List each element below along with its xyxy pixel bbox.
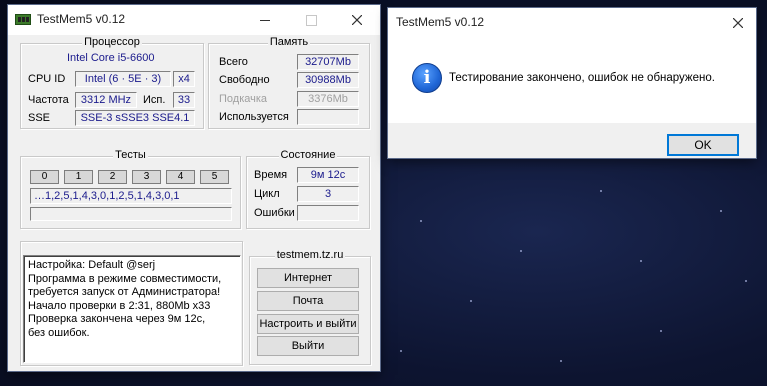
tests-group-title: Тесты bbox=[113, 149, 148, 161]
errors-label: Ошибки bbox=[254, 207, 295, 219]
test-cell: 4 bbox=[166, 170, 195, 184]
ok-button[interactable]: OK bbox=[667, 134, 739, 156]
close-icon bbox=[352, 15, 362, 25]
status-group: Состояние Время 9м 12с Цикл 3 Ошибки bbox=[246, 149, 370, 229]
cpu-threads: x4 bbox=[173, 71, 195, 87]
dialog-title: TestMem5 v0.12 bbox=[396, 15, 485, 29]
total-memory-label: Всего bbox=[219, 56, 248, 68]
config-exit-button[interactable]: Настроить и выйти bbox=[257, 314, 359, 334]
swap-value: 3376Mb bbox=[297, 91, 359, 107]
swap-label: Подкачка bbox=[219, 93, 268, 105]
log-output[interactable]: Настройка: Default @serj Программа в реж… bbox=[23, 255, 241, 363]
cpuid-label: CPU ID bbox=[28, 73, 66, 85]
result-dialog: TestMem5 v0.12 i Тестирование закончено,… bbox=[388, 8, 756, 158]
dialog-body: i Тестирование закончено, ошибок не обна… bbox=[388, 38, 756, 123]
internet-button[interactable]: Интернет bbox=[257, 268, 359, 288]
sse-value: SSE-3 sSSE3 SSE4.1 bbox=[75, 110, 195, 126]
close-icon bbox=[733, 18, 743, 28]
minimize-icon bbox=[260, 19, 270, 21]
main-window-title: TestMem5 v0.12 bbox=[37, 12, 126, 26]
test-cell: 5 bbox=[200, 170, 229, 184]
dialog-footer: OK bbox=[388, 123, 756, 158]
log-line: Программа в режиме совместимости, bbox=[28, 272, 222, 285]
dialog-close-button[interactable] bbox=[720, 8, 756, 38]
memory-group: Память Всего 32707Mb Свободно 30988Mb По… bbox=[208, 36, 370, 129]
sse-label: SSE bbox=[28, 112, 51, 124]
test-progress bbox=[30, 207, 232, 221]
memory-chip-icon bbox=[15, 14, 31, 25]
log-line: Проверка закончена через 9м 12с, bbox=[28, 313, 206, 325]
usage-label: Исп. bbox=[143, 94, 166, 106]
dialog-message: Тестирование закончено, ошибок не обнару… bbox=[449, 72, 715, 84]
testmem-main-window: TestMem5 v0.12 Процессор Intel Core i5-6… bbox=[8, 5, 380, 371]
log-line: требуется запуск от Администратора! bbox=[28, 286, 221, 298]
test-cells-row: 0 1 2 3 4 5 bbox=[30, 170, 232, 184]
close-button[interactable] bbox=[334, 5, 380, 35]
frequency-label: Частота bbox=[28, 94, 69, 106]
processor-group: Процессор Intel Core i5-6600 CPU ID Inte… bbox=[20, 36, 204, 129]
cycle-value: 3 bbox=[297, 186, 359, 202]
used-memory-value bbox=[297, 109, 359, 125]
exit-button[interactable]: Выйти bbox=[257, 336, 359, 356]
maximize-icon bbox=[305, 14, 317, 26]
minimize-button[interactable] bbox=[242, 5, 288, 35]
site-group-title: testmem.tz.ru bbox=[274, 249, 346, 261]
test-cell: 1 bbox=[64, 170, 93, 184]
cpuid-value: Intel (6 · 5E · 3) bbox=[75, 71, 171, 87]
log-line: Начало проверки в 2:31, 880Mb x33 bbox=[28, 299, 211, 312]
maximize-button bbox=[288, 5, 334, 35]
processor-group-title: Процессор bbox=[82, 36, 142, 48]
test-sequence: …1,2,5,1,4,3,0,1,2,5,1,4,3,0,1 bbox=[30, 188, 232, 204]
main-title-bar[interactable]: TestMem5 v0.12 bbox=[8, 5, 380, 35]
info-icon: i bbox=[412, 63, 442, 93]
total-memory-value: 32707Mb bbox=[297, 54, 359, 70]
dialog-title-bar[interactable]: TestMem5 v0.12 bbox=[388, 8, 756, 38]
mail-button[interactable]: Почта bbox=[257, 291, 359, 311]
frequency-value: 3312 MHz bbox=[75, 92, 137, 108]
status-group-title: Состояние bbox=[278, 149, 338, 161]
free-memory-label: Свободно bbox=[219, 74, 270, 86]
used-memory-label: Используется bbox=[219, 111, 289, 123]
cpu-name: Intel Core i5-6600 bbox=[67, 52, 155, 64]
tests-group: Тесты 0 1 2 3 4 5 …1,2,5,1,4,3,0,1,2,5,1… bbox=[20, 149, 241, 229]
time-label: Время bbox=[254, 169, 288, 181]
test-cell: 3 bbox=[132, 170, 161, 184]
free-memory-value: 30988Mb bbox=[297, 72, 359, 88]
test-cell: 0 bbox=[30, 170, 59, 184]
log-line: без ошибок. bbox=[28, 326, 90, 339]
errors-value bbox=[297, 205, 359, 221]
cycle-label: Цикл bbox=[254, 188, 280, 200]
usage-value: 33 bbox=[173, 92, 195, 108]
test-cell: 2 bbox=[98, 170, 127, 184]
log-line: Настройка: Default @serj bbox=[28, 259, 156, 271]
memory-group-title: Память bbox=[267, 36, 311, 48]
time-value: 9м 12с bbox=[297, 167, 359, 183]
